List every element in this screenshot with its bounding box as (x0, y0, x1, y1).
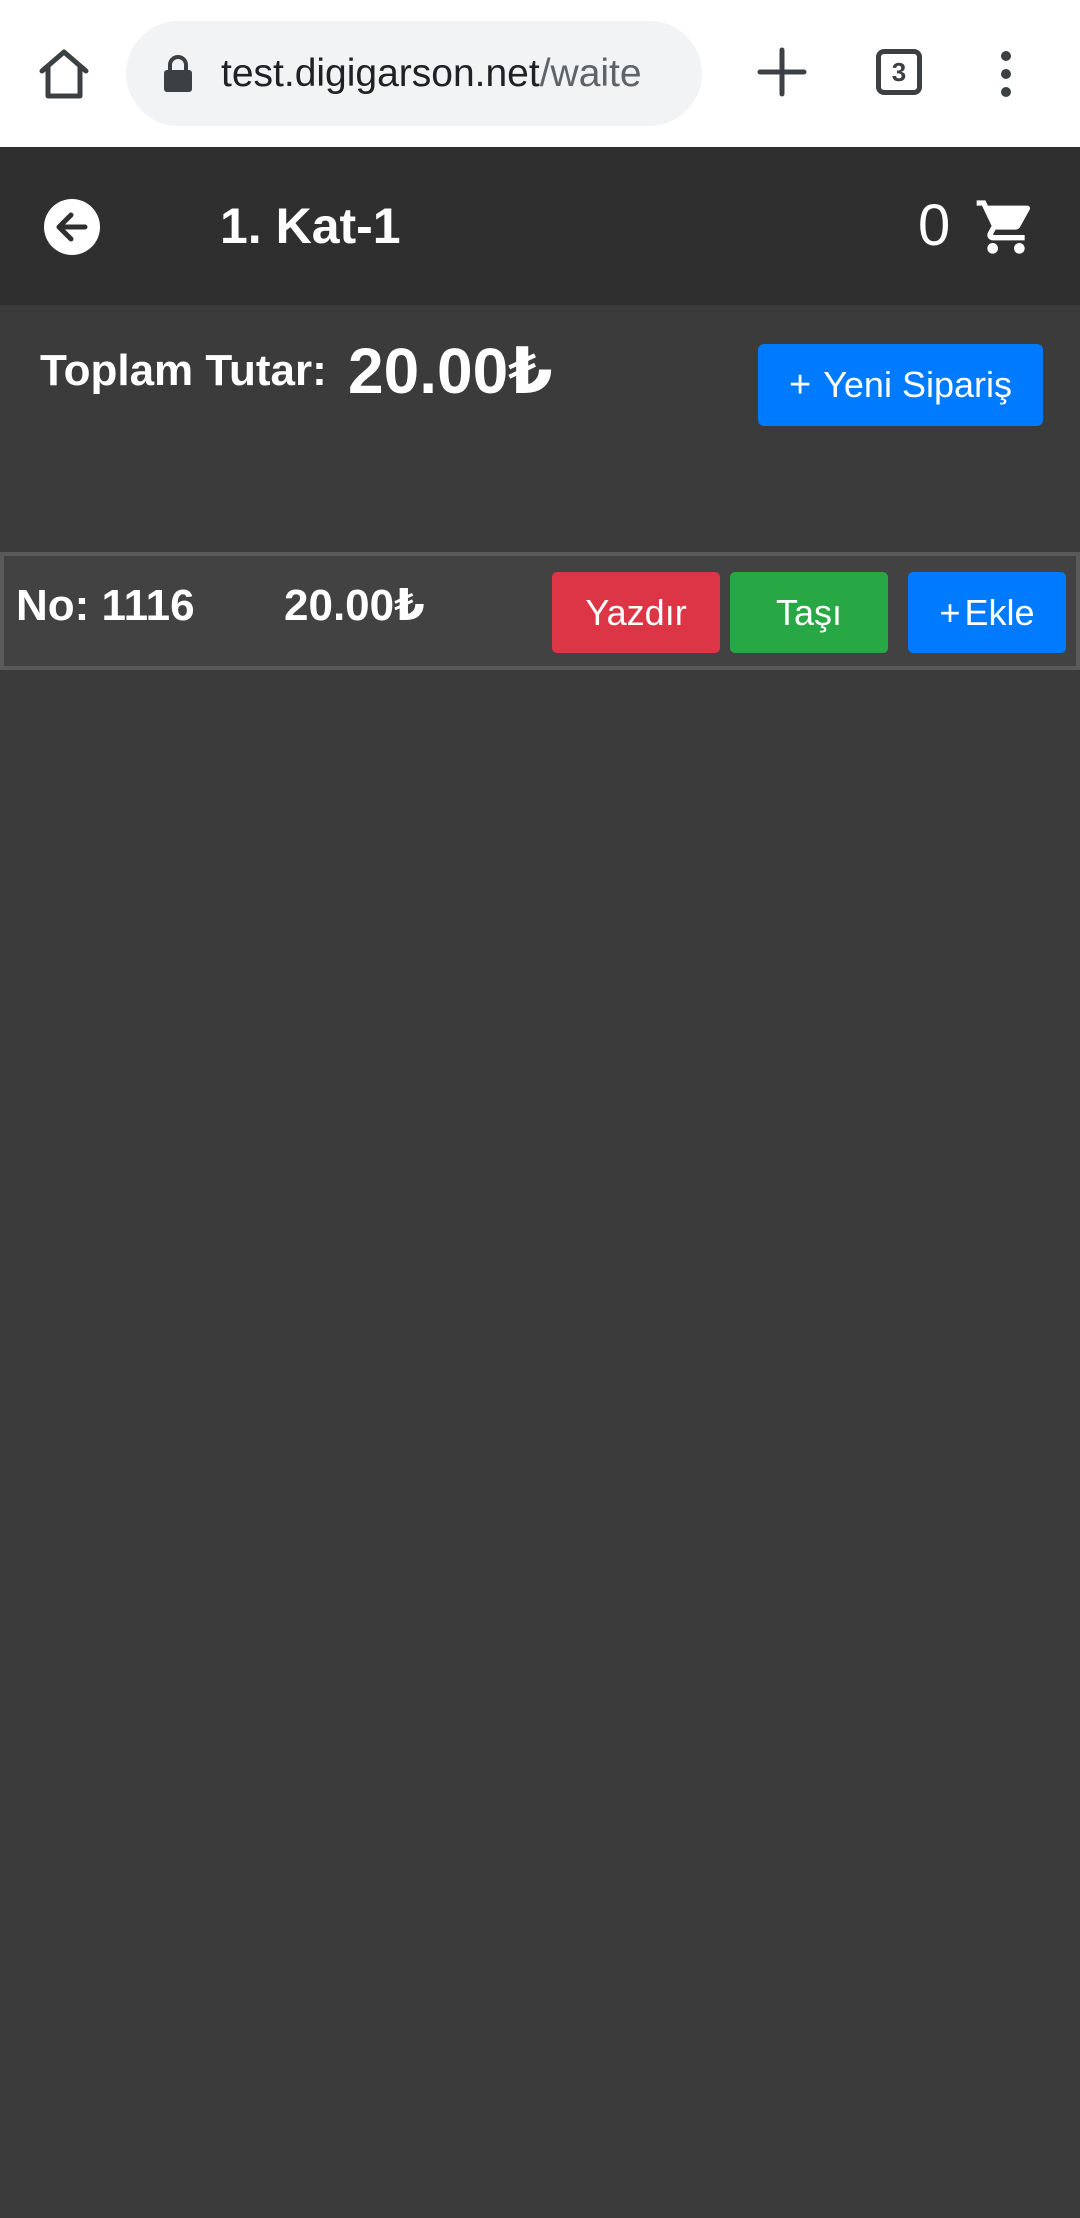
print-button[interactable]: Yazdır (552, 572, 720, 653)
app-header: 1. Kat-1 0 (0, 147, 1080, 305)
cart-count[interactable]: 0 (918, 147, 950, 305)
home-icon[interactable] (34, 44, 94, 104)
back-icon[interactable] (43, 198, 101, 256)
add-button[interactable]: + Ekle (908, 572, 1066, 653)
new-tab-icon[interactable] (756, 46, 808, 98)
lock-icon (162, 55, 194, 93)
tab-switcher-icon[interactable]: 3 (876, 49, 922, 95)
more-vert-icon[interactable] (994, 48, 1018, 100)
new-order-label: Yeni Sipariş (823, 364, 1012, 405)
page-title: 1. Kat-1 (220, 198, 401, 254)
address-bar[interactable]: test.digigarson.net/waite (126, 21, 702, 126)
order-number: No: 1116 (16, 581, 195, 630)
url-path: /waite (539, 52, 642, 95)
move-button[interactable]: Taşı (730, 572, 888, 653)
total-amount: 20.00₺ (348, 335, 553, 407)
add-label: Ekle (964, 592, 1035, 633)
plus-icon: + (939, 592, 961, 633)
plus-icon: + (789, 364, 812, 406)
browser-toolbar: test.digigarson.net/waite 3 (0, 0, 1080, 147)
url-host: test.digigarson.net (221, 52, 540, 95)
order-amount: 20.00₺ (284, 581, 425, 630)
total-label: Toplam Tutar: (40, 346, 327, 395)
shopping-cart-icon[interactable] (974, 195, 1038, 259)
url-text[interactable]: test.digigarson.net/waite (221, 21, 681, 126)
new-order-button[interactable]: + Yeni Sipariş (758, 344, 1043, 426)
order-row: No: 1116 20.00₺ Yazdır Taşı + Ekle (0, 552, 1080, 670)
